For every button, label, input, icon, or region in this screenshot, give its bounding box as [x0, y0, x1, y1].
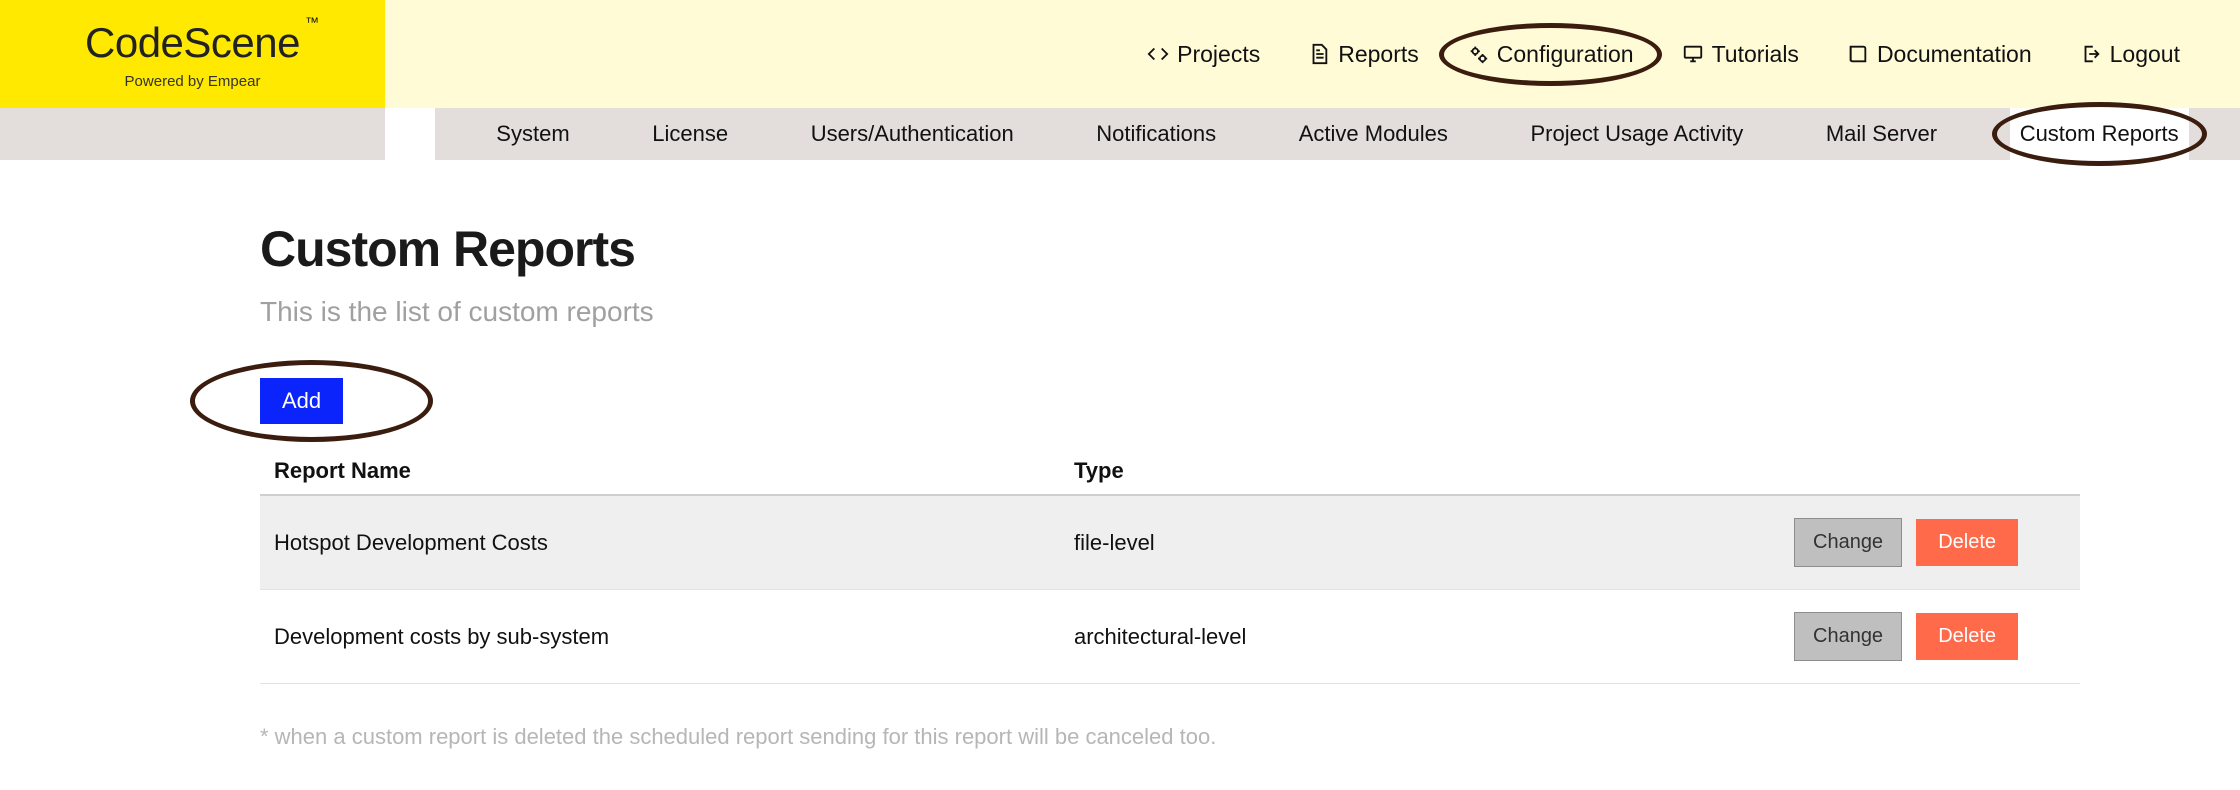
sub-nav: System License Users/Authentication Noti… — [435, 108, 2240, 160]
subnav-active-modules[interactable]: Active Modules — [1289, 108, 1458, 160]
table-row: Development costs by sub-system architec… — [260, 590, 2080, 684]
subnav-system[interactable]: System — [486, 108, 579, 160]
delete-button[interactable]: Delete — [1916, 519, 2018, 566]
nav-reports-label: Reports — [1338, 41, 1419, 68]
add-button-wrap: Add — [260, 378, 343, 424]
code-icon — [1147, 43, 1169, 65]
nav-projects-label: Projects — [1177, 41, 1260, 68]
cell-report-type: file-level — [1060, 495, 1780, 590]
nav-documentation[interactable]: Documentation — [1847, 41, 2032, 68]
col-header-name: Report Name — [260, 448, 1060, 495]
logo-text: CodeScene — [85, 19, 300, 67]
col-header-actions — [1780, 448, 2080, 495]
change-button[interactable]: Change — [1794, 612, 1902, 661]
logo-subtitle: Powered by Empear — [125, 73, 261, 90]
top-nav: Projects Reports Configuration Tutorials… — [385, 0, 2240, 108]
subnav-spacer — [0, 108, 385, 160]
cell-report-type: architectural-level — [1060, 590, 1780, 684]
col-header-type: Type — [1060, 448, 1780, 495]
subnav-usage-activity[interactable]: Project Usage Activity — [1521, 108, 1754, 160]
subnav-users[interactable]: Users/Authentication — [801, 108, 1024, 160]
logo-block[interactable]: CodeScene ™ Powered by Empear — [0, 0, 385, 108]
main-content: Custom Reports This is the list of custo… — [0, 160, 2100, 790]
add-button[interactable]: Add — [260, 378, 343, 424]
logo-trademark: ™ — [305, 14, 319, 30]
gears-icon — [1467, 43, 1489, 65]
reports-table: Report Name Type Hotspot Development Cos… — [260, 448, 2080, 684]
subnav-notifications[interactable]: Notifications — [1086, 108, 1226, 160]
file-icon — [1308, 43, 1330, 65]
nav-reports[interactable]: Reports — [1308, 41, 1419, 68]
footnote: * when a custom report is deleted the sc… — [260, 724, 2100, 750]
change-button[interactable]: Change — [1794, 518, 1902, 567]
nav-configuration[interactable]: Configuration — [1467, 41, 1634, 68]
subnav-license[interactable]: License — [642, 108, 738, 160]
nav-projects[interactable]: Projects — [1147, 41, 1260, 68]
page-subtitle: This is the list of custom reports — [260, 296, 2100, 328]
nav-documentation-label: Documentation — [1877, 41, 2032, 68]
cell-report-name: Hotspot Development Costs — [260, 495, 1060, 590]
subnav-whitepad — [385, 108, 435, 160]
table-row: Hotspot Development Costs file-level Cha… — [260, 495, 2080, 590]
delete-button[interactable]: Delete — [1916, 613, 2018, 660]
nav-logout-label: Logout — [2110, 41, 2180, 68]
nav-logout[interactable]: Logout — [2080, 41, 2180, 68]
nav-configuration-label: Configuration — [1497, 41, 1634, 68]
cell-report-name: Development costs by sub-system — [260, 590, 1060, 684]
subnav-bar: System License Users/Authentication Noti… — [0, 108, 2240, 160]
logout-icon — [2080, 43, 2102, 65]
header-bar: CodeScene ™ Powered by Empear Projects R… — [0, 0, 2240, 108]
subnav-custom-reports[interactable]: Custom Reports — [2010, 108, 2189, 160]
subnav-mail-server[interactable]: Mail Server — [1816, 108, 1947, 160]
book-icon — [1847, 43, 1869, 65]
monitor-icon — [1682, 43, 1704, 65]
nav-tutorials[interactable]: Tutorials — [1682, 41, 1799, 68]
page-title: Custom Reports — [260, 220, 2100, 278]
nav-tutorials-label: Tutorials — [1712, 41, 1799, 68]
